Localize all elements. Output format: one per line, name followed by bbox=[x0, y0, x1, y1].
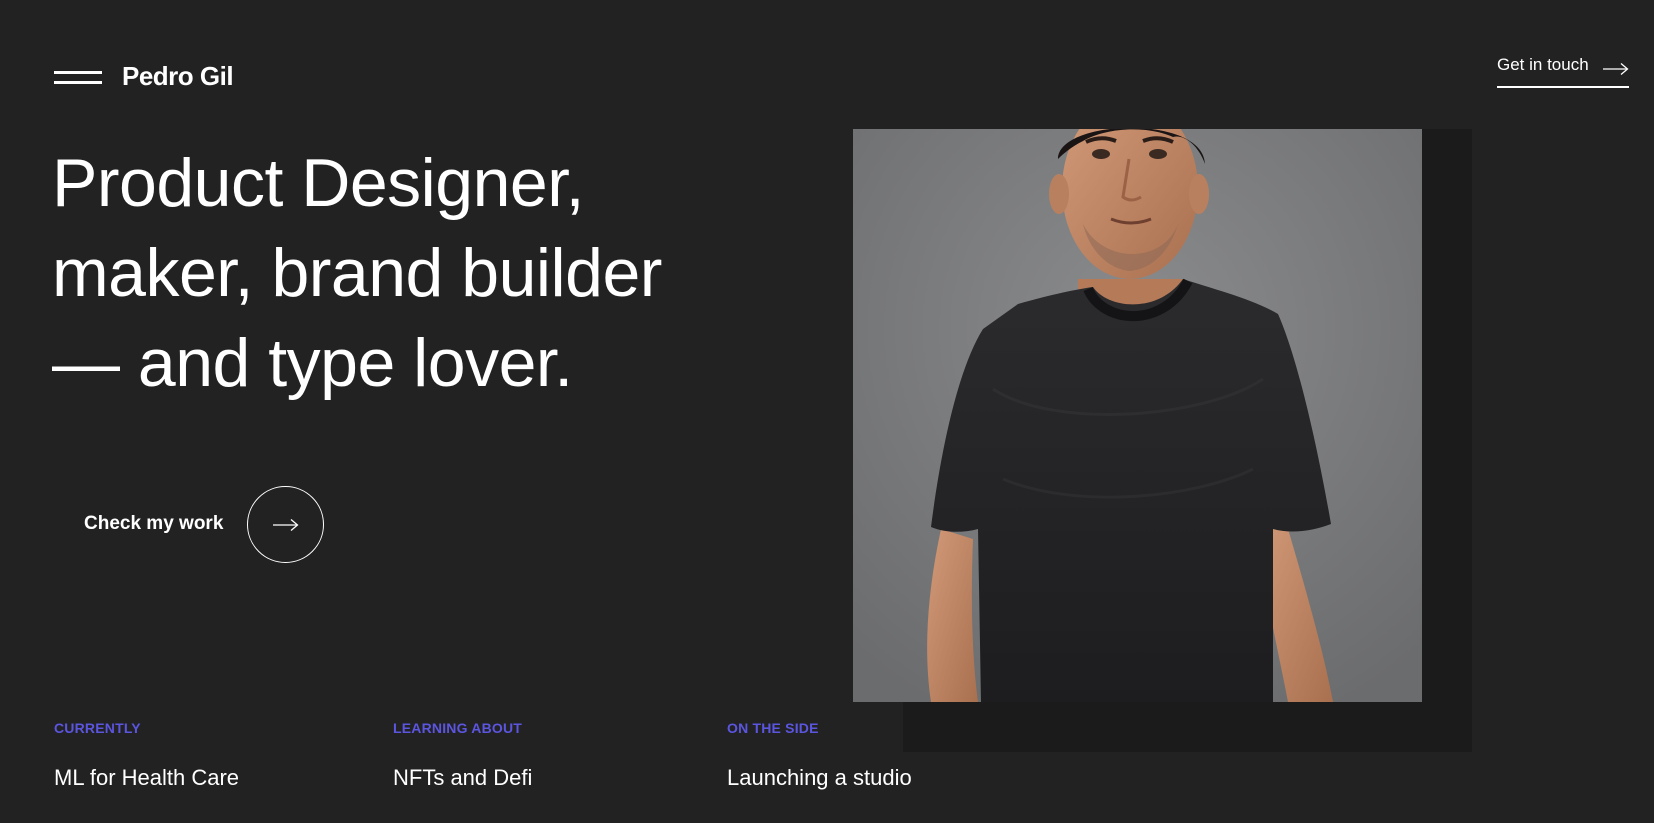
page: Pedro Gil Get in touch Product Designer,… bbox=[0, 0, 1654, 823]
menu-line-top bbox=[54, 71, 102, 74]
headline-line-3: — and type lover. bbox=[52, 325, 573, 401]
menu-line-bottom bbox=[54, 81, 102, 84]
info-label-on-the-side: ON THE SIDE bbox=[727, 720, 819, 736]
cta-circle[interactable] bbox=[247, 486, 324, 563]
arrow-right-icon bbox=[273, 519, 299, 531]
hamburger-menu-icon[interactable] bbox=[54, 71, 102, 85]
info-learning-about: LEARNING ABOUT NFTs and Defi bbox=[393, 720, 532, 791]
info-on-the-side: ON THE SIDE Launching a studio bbox=[727, 720, 912, 791]
info-value-learning-about: NFTs and Defi bbox=[393, 765, 533, 790]
headline-line-1: Product Designer, bbox=[52, 145, 585, 221]
info-value-on-the-side: Launching a studio bbox=[727, 765, 912, 790]
check-my-work-button[interactable]: Check my work bbox=[84, 486, 344, 564]
arrow-right-icon bbox=[1603, 63, 1629, 75]
hero-headline: Product Designer, maker, brand builder —… bbox=[52, 138, 772, 408]
info-label-learning-about: LEARNING ABOUT bbox=[393, 720, 523, 736]
brand-name[interactable]: Pedro Gil bbox=[122, 61, 234, 92]
get-in-touch-link[interactable]: Get in touch bbox=[1497, 52, 1629, 88]
check-my-work-label: Check my work bbox=[84, 513, 224, 534]
info-currently: CURRENTLY ML for Health Care bbox=[54, 720, 239, 791]
portrait-photo bbox=[853, 129, 1422, 702]
info-label-currently: CURRENTLY bbox=[54, 720, 141, 736]
info-value-currently: ML for Health Care bbox=[54, 765, 240, 790]
get-in-touch-label: Get in touch bbox=[1497, 55, 1589, 74]
portrait-illustration bbox=[853, 129, 1422, 702]
headline-line-2: maker, brand builder bbox=[52, 235, 662, 311]
